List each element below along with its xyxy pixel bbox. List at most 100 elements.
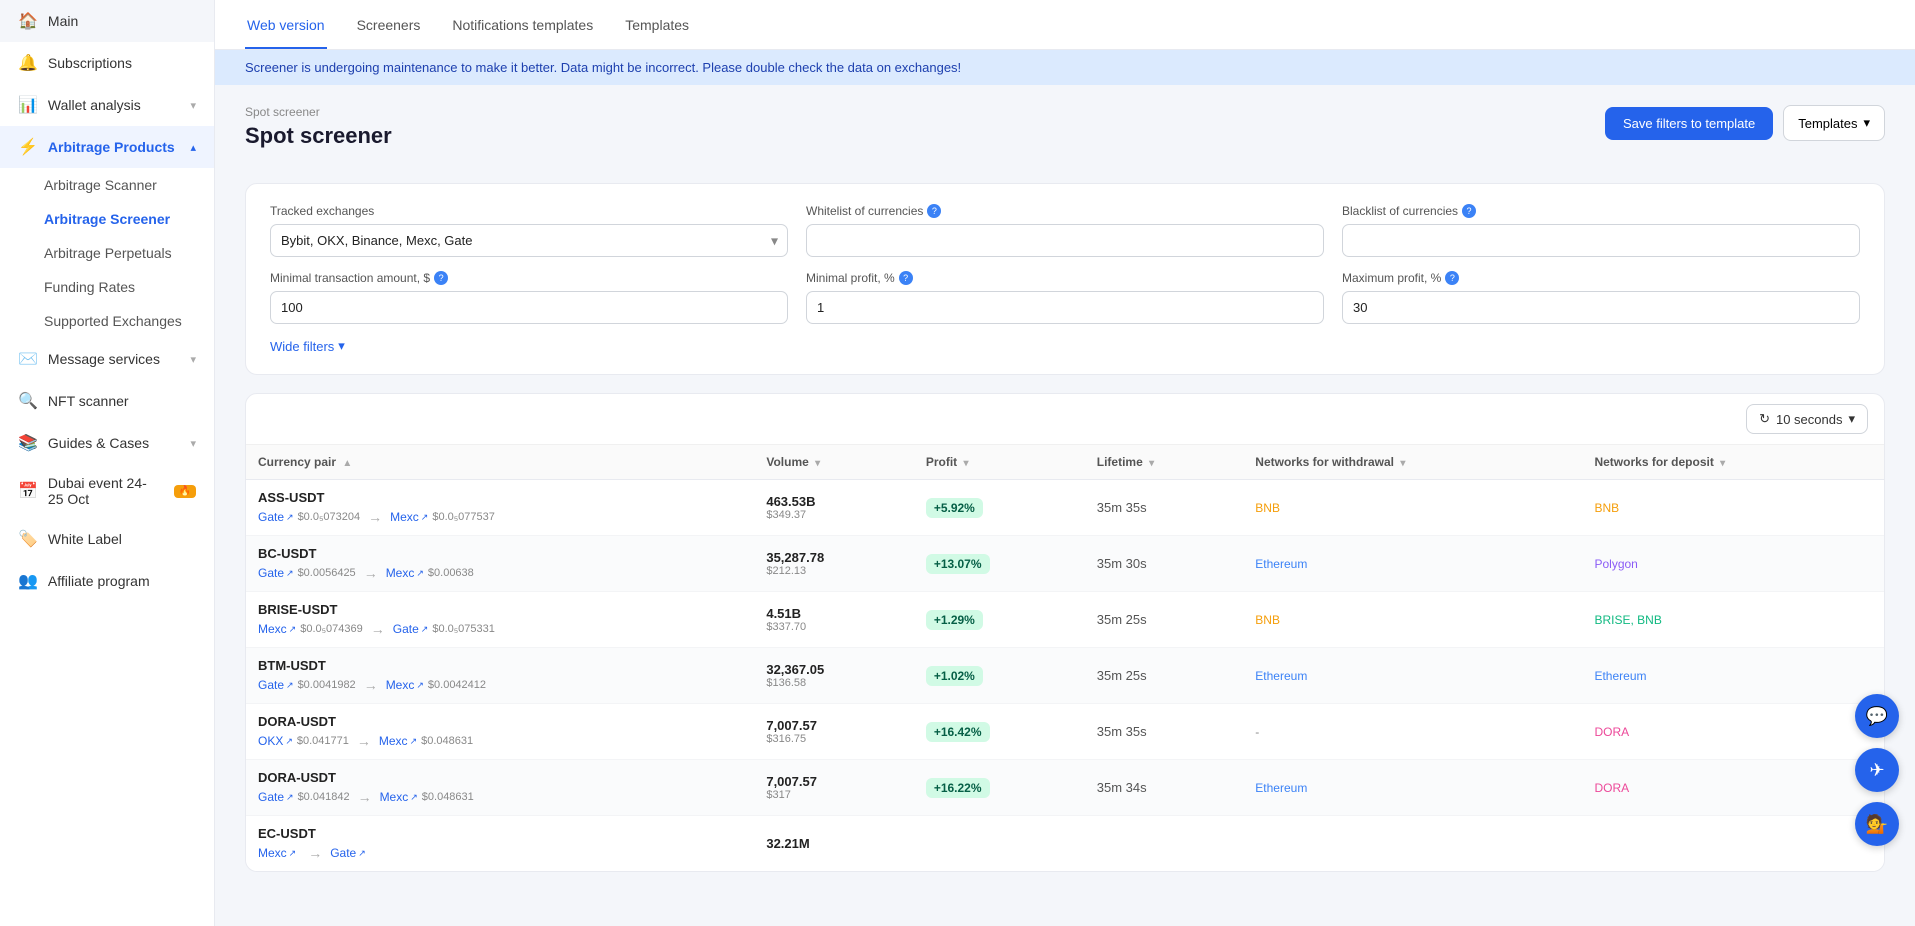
sidebar-item-nft-scanner[interactable]: 🔍 NFT scanner: [0, 380, 214, 422]
chevron-down-icon: ▾: [190, 437, 196, 450]
col-currency-pair[interactable]: Currency pair ▲: [246, 445, 754, 480]
sidebar-item-arbitrage-products[interactable]: ⚡ Arbitrage Products ▴: [0, 126, 214, 168]
tab-web-version[interactable]: Web version: [245, 3, 327, 49]
cell-lifetime: [1085, 816, 1244, 872]
from-exchange-link[interactable]: Gate ↗: [258, 510, 294, 524]
chat-bubble-button[interactable]: 💬: [1855, 694, 1899, 738]
page-title: Spot screener: [245, 123, 392, 149]
chart-icon: 📊: [18, 95, 38, 115]
min-transaction-help-icon[interactable]: ?: [434, 271, 448, 285]
whitelist-input[interactable]: [806, 224, 1324, 257]
refresh-button[interactable]: ↻ 10 seconds ▾: [1746, 404, 1868, 434]
cell-currency-pair: BC-USDT Gate ↗ $0.0056425 → Mexc ↗ $0.00…: [246, 536, 754, 592]
save-filters-button[interactable]: Save filters to template: [1605, 107, 1773, 140]
sidebar-item-affiliate[interactable]: 👥 Affiliate program: [0, 560, 214, 602]
to-exchange-link[interactable]: Mexc ↗: [380, 790, 418, 804]
col-lifetime[interactable]: Lifetime ▾: [1085, 445, 1244, 480]
table-toolbar: ↻ 10 seconds ▾: [246, 394, 1884, 445]
to-exchange-link[interactable]: Mexc ↗: [390, 510, 428, 524]
tracked-exchanges-group: Tracked exchanges Bybit, OKX, Binance, M…: [270, 204, 788, 257]
lightning-icon: ⚡: [18, 137, 38, 157]
cell-networks-withdrawal: BNB: [1243, 480, 1582, 536]
from-exchange-link[interactable]: Gate ↗: [258, 790, 294, 804]
sidebar-sub-item-funding-rates[interactable]: Funding Rates: [0, 270, 214, 304]
to-exchange-link[interactable]: Mexc ↗: [386, 678, 424, 692]
cell-networks-deposit: [1582, 816, 1884, 872]
sort-asc-icon: ▲: [342, 458, 352, 469]
max-profit-help-icon[interactable]: ?: [1445, 271, 1459, 285]
tracked-exchanges-select[interactable]: Bybit, OKX, Binance, Mexc, Gate: [270, 224, 788, 257]
cell-networks-deposit: BRISE, BNB: [1582, 592, 1884, 648]
to-exchange-link[interactable]: Gate ↗: [330, 846, 366, 860]
cell-currency-pair: BRISE-USDT Mexc ↗ $0.0₅074369 → Gate ↗ $…: [246, 592, 754, 648]
sidebar-item-message-services[interactable]: ✉️ Message services ▾: [0, 338, 214, 380]
cell-volume: 32,367.05 $136.58: [754, 648, 913, 704]
tab-notifications-templates[interactable]: Notifications templates: [450, 3, 595, 49]
tab-screeners[interactable]: Screeners: [355, 3, 423, 49]
min-profit-help-icon[interactable]: ?: [899, 271, 913, 285]
cell-profit: +16.22%: [914, 760, 1085, 816]
tab-templates[interactable]: Templates: [623, 3, 691, 49]
to-exchange-link[interactable]: Gate ↗: [393, 622, 429, 636]
chevron-down-icon: ▾: [338, 338, 345, 354]
sidebar-item-dubai-event[interactable]: 📅 Dubai event 24-25 Oct 🔥: [0, 464, 214, 518]
sidebar-item-white-label[interactable]: 🏷️ White Label: [0, 518, 214, 560]
cell-currency-pair: DORA-USDT OKX ↗ $0.041771 → Mexc ↗ $0.04…: [246, 704, 754, 760]
sidebar-sub-item-arbitrage-screener[interactable]: Arbitrage Screener: [0, 202, 214, 236]
blacklist-input[interactable]: [1342, 224, 1860, 257]
whitelist-group: Whitelist of currencies ?: [806, 204, 1324, 257]
sidebar-item-wallet-analysis[interactable]: 📊 Wallet analysis ▾: [0, 84, 214, 126]
whitelist-help-icon[interactable]: ?: [927, 204, 941, 218]
min-transaction-input[interactable]: [270, 291, 788, 324]
cell-volume: 35,287.78 $212.13: [754, 536, 913, 592]
from-exchange-link[interactable]: Mexc ↗: [258, 622, 296, 636]
from-exchange-link[interactable]: Gate ↗: [258, 678, 294, 692]
sort-icon: ▾: [1149, 458, 1154, 469]
sidebar-sub-item-supported-exchanges[interactable]: Supported Exchanges: [0, 304, 214, 338]
sidebar-item-subscriptions[interactable]: 🔔 Subscriptions: [0, 42, 214, 84]
col-networks-withdrawal[interactable]: Networks for withdrawal ▾: [1243, 445, 1582, 480]
templates-button[interactable]: Templates ▾: [1783, 105, 1885, 141]
from-exchange-link[interactable]: Gate ↗: [258, 566, 294, 580]
to-exchange-link[interactable]: Mexc ↗: [386, 566, 424, 580]
min-profit-input[interactable]: [806, 291, 1324, 324]
support-button[interactable]: 💁: [1855, 802, 1899, 846]
blacklist-help-icon[interactable]: ?: [1462, 204, 1476, 218]
sidebar: 🏠 Main 🔔 Subscriptions 📊 Wallet analysis…: [0, 0, 215, 926]
wide-filters-button[interactable]: Wide filters ▾: [270, 338, 345, 354]
table-row: BTM-USDT Gate ↗ $0.0041982 → Mexc ↗ $0.0…: [246, 648, 1884, 704]
table-row: DORA-USDT OKX ↗ $0.041771 → Mexc ↗ $0.04…: [246, 704, 1884, 760]
cell-volume: 7,007.57 $317: [754, 760, 913, 816]
max-profit-input[interactable]: [1342, 291, 1860, 324]
min-profit-label: Minimal profit, % ?: [806, 271, 1324, 285]
cell-volume: 7,007.57 $316.75: [754, 704, 913, 760]
table-row: BRISE-USDT Mexc ↗ $0.0₅074369 → Gate ↗ $…: [246, 592, 1884, 648]
refresh-icon: ↻: [1759, 411, 1770, 427]
cell-networks-withdrawal: Ethereum: [1243, 536, 1582, 592]
telegram-button[interactable]: ✈: [1855, 748, 1899, 792]
cell-lifetime: 35m 35s: [1085, 704, 1244, 760]
from-exchange-link[interactable]: OKX ↗: [258, 734, 293, 748]
col-profit[interactable]: Profit ▾: [914, 445, 1085, 480]
sort-icon: ▾: [1400, 458, 1405, 469]
calendar-icon: 📅: [18, 481, 38, 501]
col-volume[interactable]: Volume ▾: [754, 445, 913, 480]
book-icon: 📚: [18, 433, 38, 453]
min-profit-group: Minimal profit, % ?: [806, 271, 1324, 324]
cell-networks-withdrawal: Ethereum: [1243, 648, 1582, 704]
from-exchange-link[interactable]: Mexc ↗: [258, 846, 296, 860]
cell-networks-withdrawal: Ethereum: [1243, 760, 1582, 816]
cell-profit: +1.29%: [914, 592, 1085, 648]
to-exchange-link[interactable]: Mexc ↗: [379, 734, 417, 748]
blacklist-label: Blacklist of currencies ?: [1342, 204, 1860, 218]
sidebar-item-main[interactable]: 🏠 Main: [0, 0, 214, 42]
sidebar-sub-item-arbitrage-perpetuals[interactable]: Arbitrage Perpetuals: [0, 236, 214, 270]
cell-profit: [914, 816, 1085, 872]
bell-icon: 🔔: [18, 53, 38, 73]
cell-profit: +13.07%: [914, 536, 1085, 592]
sidebar-sub-item-arbitrage-scanner[interactable]: Arbitrage Scanner: [0, 168, 214, 202]
cell-currency-pair: EC-USDT Mexc ↗ → Gate ↗: [246, 816, 754, 872]
col-networks-deposit[interactable]: Networks for deposit ▾: [1582, 445, 1884, 480]
sidebar-item-guides-cases[interactable]: 📚 Guides & Cases ▾: [0, 422, 214, 464]
cell-networks-withdrawal: BNB: [1243, 592, 1582, 648]
